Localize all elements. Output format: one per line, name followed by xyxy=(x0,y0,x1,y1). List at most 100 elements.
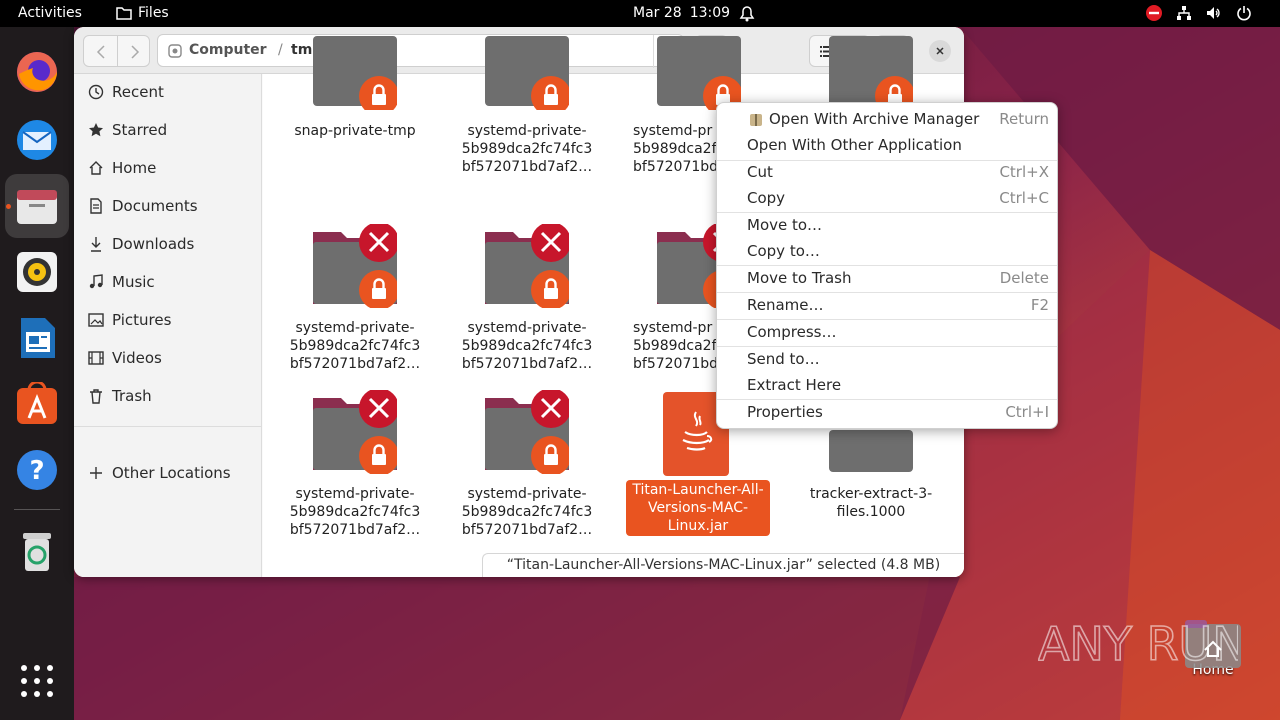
star-icon xyxy=(89,123,103,137)
help-icon: ? xyxy=(17,450,57,490)
file-name: snap-private-tmp xyxy=(294,123,416,139)
menu-item-open-with-archive-manager[interactable]: Open With Archive Manager Return xyxy=(717,106,1057,132)
clock-date: Mar 28 xyxy=(633,5,682,21)
dock-writer[interactable] xyxy=(5,306,69,370)
dock-app-center[interactable] xyxy=(5,372,69,436)
folder-denied-icon xyxy=(485,224,569,308)
clock-time: 13:09 xyxy=(689,5,731,21)
plus-icon xyxy=(90,467,102,479)
menu-item-compress[interactable]: Compress… xyxy=(717,319,1057,345)
context-menu: Open With Archive Manager Return Open Wi… xyxy=(716,102,1058,429)
sidebar: Recent Starred Home Documents Downloads … xyxy=(74,74,262,577)
menu-item-label: Extract Here xyxy=(747,376,842,394)
dock: ? xyxy=(0,27,74,720)
drive-icon xyxy=(168,44,182,58)
app-center-icon xyxy=(17,382,57,424)
dock-separator xyxy=(14,509,60,510)
sidebar-item-home[interactable]: Home xyxy=(74,150,262,186)
sidebar-item-label: Documents xyxy=(112,197,198,215)
trash-icon xyxy=(23,533,51,571)
menu-item-cut[interactable]: Cut Ctrl+X xyxy=(717,159,1057,185)
file-name: systemd-private- 5b989dca2fc74fc3 bf572071… xyxy=(289,486,421,538)
folder-denied-icon xyxy=(313,390,397,474)
dock-firefox[interactable] xyxy=(5,40,69,104)
menu-item-properties[interactable]: Properties Ctrl+I xyxy=(717,399,1057,425)
anyrun-watermark: ANY RUN xyxy=(1037,608,1247,674)
dock-files[interactable] xyxy=(5,174,69,238)
running-indicator xyxy=(6,204,11,209)
file-name: systemd-private- 5b989dca2fc74fc3 bf572071… xyxy=(289,320,421,372)
menu-item-rename[interactable]: Rename… F2 xyxy=(717,292,1057,318)
network-icon xyxy=(1177,6,1191,20)
forward-button[interactable] xyxy=(117,35,150,67)
activities-button[interactable]: Activities xyxy=(18,0,82,27)
sidebar-item-videos[interactable]: Videos xyxy=(74,340,262,376)
folder-locked-icon xyxy=(657,36,741,110)
menu-item-accel: Ctrl+C xyxy=(999,189,1049,207)
menu-item-move-to[interactable]: Move to… xyxy=(717,212,1057,238)
home-icon xyxy=(89,161,103,175)
path-segment-computer[interactable]: Computer xyxy=(189,35,267,66)
file-name: systemd-private- 5b989dca2fc74fc3 bf572071… xyxy=(461,486,593,538)
menu-item-label: Copy to… xyxy=(747,242,820,260)
sidebar-item-downloads[interactable]: Downloads xyxy=(74,226,262,262)
document-icon xyxy=(90,198,102,214)
sidebar-item-label: Downloads xyxy=(112,235,195,253)
firefox-icon xyxy=(17,52,57,92)
menu-item-extract-here[interactable]: Extract Here xyxy=(717,372,1057,398)
dock-show-apps[interactable] xyxy=(5,649,69,713)
back-button[interactable] xyxy=(83,35,118,67)
dock-trash[interactable] xyxy=(5,519,69,583)
sidebar-item-label: Starred xyxy=(112,121,168,139)
status-bar: “Titan-Launcher-All-Versions-MAC-Linux.j… xyxy=(482,553,964,577)
file-item[interactable]: systemd-private- 5b989dca2fc74fc3 bf572071… xyxy=(275,390,435,540)
file-name: tracker-extract-3- files.1000 xyxy=(809,486,933,520)
file-name: systemd-private- 5b989dca2fc74fc3 bf572071… xyxy=(461,123,593,175)
chevron-right-icon xyxy=(131,45,140,59)
menu-item-accel: F2 xyxy=(1030,296,1049,314)
download-icon xyxy=(91,237,101,252)
menu-item-accel: Ctrl+X xyxy=(999,163,1049,181)
dock-thunderbird[interactable] xyxy=(5,108,69,172)
sidebar-item-trash[interactable]: Trash xyxy=(74,378,262,414)
sidebar-item-label: Pictures xyxy=(112,311,172,329)
system-tray[interactable] xyxy=(1146,5,1266,23)
file-item[interactable]: systemd-private- 5b989dca2fc74fc3 bf572071… xyxy=(447,27,607,206)
sidebar-item-label: Home xyxy=(112,159,157,177)
dock-rhythmbox[interactable] xyxy=(5,240,69,304)
sidebar-item-other-locations[interactable]: Other Locations xyxy=(74,455,262,491)
sidebar-item-label: Trash xyxy=(112,387,152,405)
app-name: Files xyxy=(138,5,169,21)
file-item[interactable]: systemd-private- 5b989dca2fc74fc3 bf572071… xyxy=(447,224,607,374)
menu-item-copy-to[interactable]: Copy to… xyxy=(717,238,1057,264)
notification-bell-icon[interactable] xyxy=(739,6,755,22)
menu-item-label: Open With Other Application xyxy=(747,136,962,154)
folder-denied-icon xyxy=(313,224,397,308)
file-item[interactable]: systemd-private- 5b989dca2fc74fc3 bf572071… xyxy=(275,224,435,374)
trash-icon xyxy=(90,389,102,404)
menu-item-open-with-other[interactable]: Open With Other Application xyxy=(717,132,1057,158)
sidebar-item-starred[interactable]: Starred xyxy=(74,112,262,148)
menu-item-copy[interactable]: Copy Ctrl+C xyxy=(717,185,1057,211)
app-menu-files[interactable]: Files xyxy=(116,0,169,27)
menu-item-send-to[interactable]: Send to… xyxy=(717,346,1057,372)
dock-help[interactable]: ? xyxy=(5,438,69,502)
menu-item-label: Properties xyxy=(747,403,823,421)
sidebar-item-label: Videos xyxy=(112,349,162,367)
thunderbird-icon xyxy=(17,120,57,160)
sidebar-item-documents[interactable]: Documents xyxy=(74,188,262,224)
sidebar-item-music[interactable]: Music xyxy=(74,264,262,300)
files-icon xyxy=(17,190,57,224)
menu-item-label: Cut xyxy=(747,163,773,181)
file-item[interactable]: systemd-private- 5b989dca2fc74fc3 bf572071… xyxy=(447,390,607,540)
sidebar-item-pictures[interactable]: Pictures xyxy=(74,302,262,338)
sidebar-item-recent[interactable]: Recent xyxy=(74,74,262,110)
file-item[interactable]: snap-private-tmp xyxy=(275,27,435,206)
show-apps-icon xyxy=(21,665,53,697)
libreoffice-writer-icon xyxy=(21,318,55,358)
menu-item-move-to-trash[interactable]: Move to Trash Delete xyxy=(717,265,1057,291)
file-name: Titan-Launcher-All- Versions-MAC- Linux.ja… xyxy=(626,480,770,536)
menu-item-label: Compress… xyxy=(747,323,837,341)
video-icon xyxy=(88,351,104,365)
clock[interactable]: Mar 28 13:09 xyxy=(633,0,730,27)
